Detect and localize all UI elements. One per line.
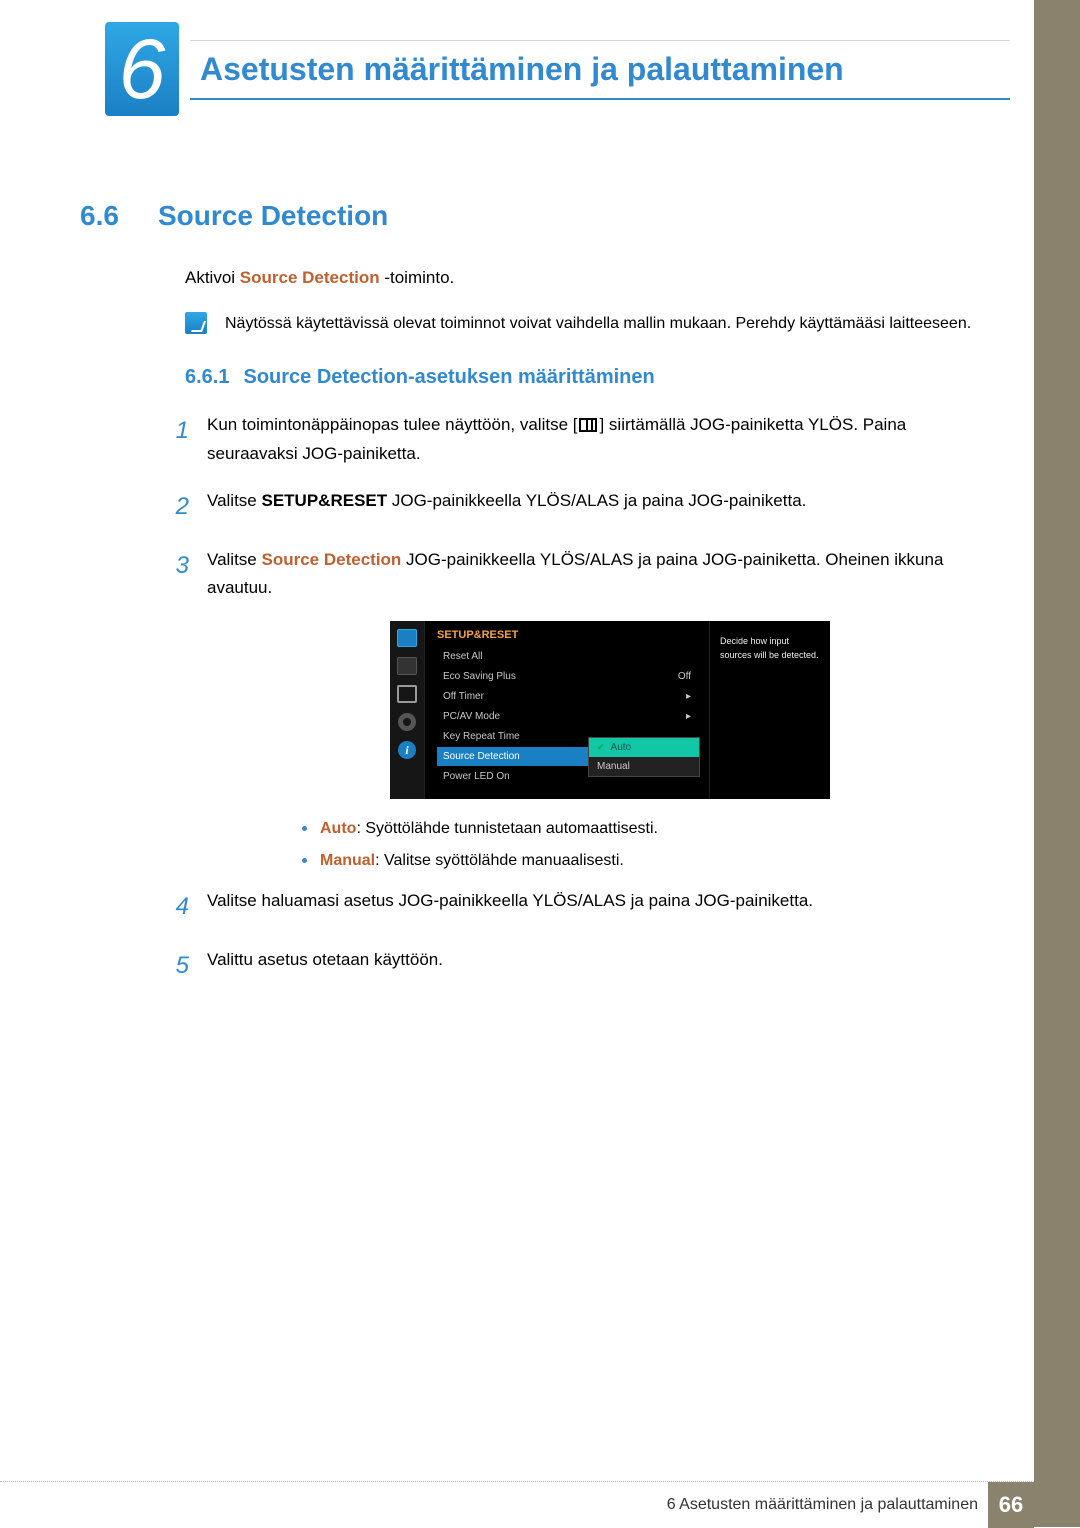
subsection-title: Source Detection-asetuksen määrittäminen <box>243 366 654 389</box>
monitor-icon <box>397 629 417 647</box>
osd-row-eco: Eco Saving PlusOff <box>437 667 697 686</box>
osd-help-text: Decide how input sources will be detecte… <box>710 621 830 799</box>
step-2-text: Valitse SETUP&RESET JOG-painikkeella YLÖ… <box>207 487 990 528</box>
osd-popup: Auto Manual <box>588 737 700 777</box>
note-icon <box>185 312 207 334</box>
info-icon: i <box>398 741 416 759</box>
term-auto: Auto <box>320 820 356 837</box>
osd-sidebar: i <box>390 621 424 799</box>
osd-screenshot: i SETUP&RESET Reset All Eco Saving PlusO… <box>390 621 830 799</box>
osd-option-auto: Auto <box>589 738 699 757</box>
footer-page-number: 66 <box>988 1482 1034 1528</box>
subsection-number: 6.6.1 <box>185 366 229 389</box>
chapter-number-tab: 6 <box>105 22 179 116</box>
page-edge-stripe <box>1034 0 1080 1527</box>
step-number: 4 <box>165 887 189 928</box>
step-5-text: Valittu asetus otetaan käyttöön. <box>207 946 990 987</box>
step-number: 1 <box>165 411 189 469</box>
osd-title: SETUP&RESET <box>437 629 697 641</box>
bullet-auto: Auto: Syöttölähde tunnistetaan automaatt… <box>302 817 990 841</box>
chapter-title: Asetusten määrittäminen ja palauttaminen <box>190 40 1010 100</box>
page-footer: 6 Asetusten määrittäminen ja palauttamin… <box>0 1481 1034 1527</box>
term-setup-reset: SETUP&RESET <box>262 491 388 510</box>
osd-row-pcav: PC/AV Mode <box>437 707 697 726</box>
section-number: 6.6 <box>80 200 140 232</box>
step-number: 2 <box>165 487 189 528</box>
step-3-text: Valitse Source Detection JOG-painikkeell… <box>207 546 990 604</box>
step-1-text: Kun toimintonäppäinopas tulee näyttöön, … <box>207 411 990 469</box>
resize-icon <box>397 685 417 703</box>
section-intro: Aktivoi Source Detection -toiminto. <box>185 268 990 288</box>
gear-icon <box>398 713 416 731</box>
osd-row-reset-all: Reset All <box>437 647 697 666</box>
picture-icon <box>397 657 417 675</box>
term-source-detection: Source Detection <box>262 550 402 569</box>
footer-chapter-label: 6 Asetusten määrittäminen ja palauttamin… <box>667 1496 978 1514</box>
step-number: 5 <box>165 946 189 987</box>
bullet-manual: Manual: Valitse syöttölähde manuaalisest… <box>302 849 990 873</box>
note-text: Näytössä käytettävissä olevat toiminnot … <box>225 312 971 336</box>
osd-option-manual: Manual <box>589 757 699 776</box>
term-manual: Manual <box>320 852 375 869</box>
section-title: Source Detection <box>158 200 388 232</box>
osd-row-off-timer: Off Timer <box>437 687 697 706</box>
menu-icon <box>579 418 597 432</box>
step-number: 3 <box>165 546 189 604</box>
step-4-text: Valitse haluamasi asetus JOG-painikkeell… <box>207 887 990 928</box>
term-source-detection: Source Detection <box>240 268 380 287</box>
